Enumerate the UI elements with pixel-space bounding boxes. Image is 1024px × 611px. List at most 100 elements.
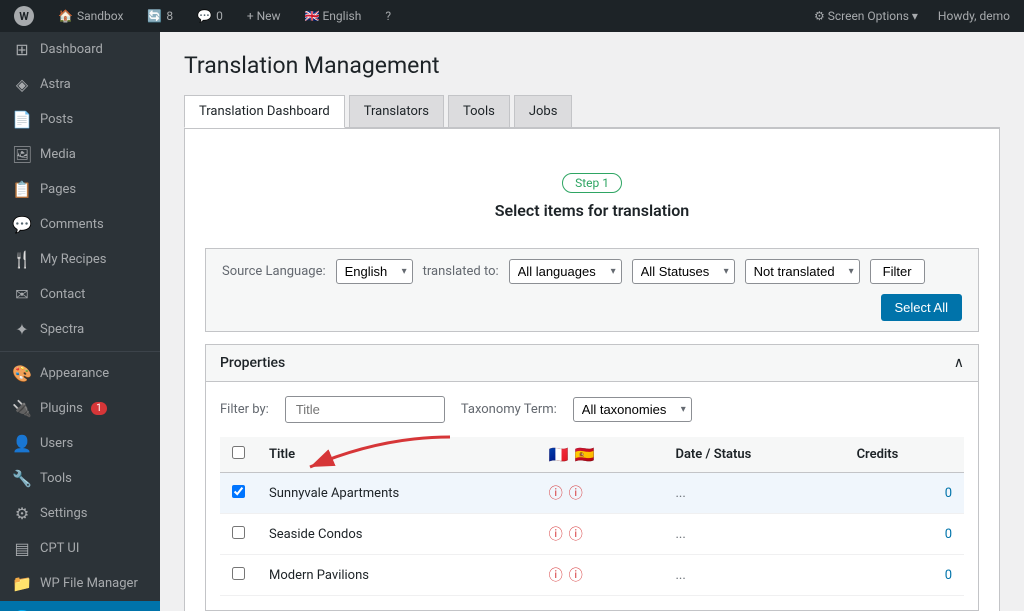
sidebar-item-contact[interactable]: ✉ Contact [0, 277, 160, 312]
sidebar-item-dashboard[interactable]: ⊞ Dashboard [0, 32, 160, 67]
not-translated-select[interactable]: Not translated [745, 259, 860, 284]
sidebar-item-my-recipes[interactable]: 🍴 My Recipes [0, 242, 160, 277]
sidebar-item-settings[interactable]: ⚙ Settings [0, 496, 160, 531]
astra-icon: ◈ [12, 75, 32, 94]
translated-to-wrapper: All languages [509, 259, 622, 284]
updates-menu[interactable]: 🔄 8 [141, 0, 179, 32]
sidebar-item-label: WP File Manager [40, 576, 138, 591]
main-layout: ⊞ Dashboard ◈ Astra 📄 Posts 🖼 Media 📋 Pa… [0, 32, 1024, 611]
comments-icon: 💬 [197, 9, 212, 23]
settings-icon: ⚙ [12, 504, 32, 523]
title-filter-input[interactable] [285, 396, 445, 423]
tab-translation-dashboard[interactable]: Translation Dashboard [184, 95, 345, 128]
row-date-status: ... [663, 514, 844, 555]
date-status-column-header: Date / Status [663, 437, 844, 473]
collapse-icon: ∧ [954, 355, 964, 371]
select-all-checkbox-cell [220, 437, 257, 473]
filter-row: Filter by: Taxonomy Term: All taxonomies [220, 396, 964, 423]
es-status-icon[interactable]: ⓘ [569, 483, 583, 503]
es-status-icon[interactable]: ⓘ [569, 524, 583, 544]
sidebar-item-wpml[interactable]: 🌐 WPML [0, 601, 160, 611]
properties-title: Properties [220, 355, 285, 371]
user-greeting: Howdy, demo [938, 9, 1010, 23]
fr-status-icon[interactable]: ⓘ [549, 524, 563, 544]
fr-status-icon[interactable]: ⓘ [549, 483, 563, 503]
wp-logo[interactable]: W [8, 0, 40, 32]
sidebar-item-media[interactable]: 🖼 Media [0, 137, 160, 172]
sidebar-item-comments[interactable]: 💬 Comments [0, 207, 160, 242]
home-icon: 🏠 [58, 9, 73, 23]
recipes-icon: 🍴 [12, 250, 32, 269]
language-selector[interactable]: 🇬🇧 English [299, 0, 368, 32]
row-flags: ⓘ ⓘ [537, 473, 664, 514]
title-column-header: Title [257, 437, 537, 473]
sidebar-item-appearance[interactable]: 🎨 Appearance [0, 356, 160, 391]
sidebar-item-label: Appearance [40, 366, 109, 381]
es-status-icon[interactable]: ⓘ [569, 565, 583, 585]
row-flags: ⓘ ⓘ [537, 514, 664, 555]
sidebar-item-tools[interactable]: 🔧 Tools [0, 461, 160, 496]
content-wrap: Translation Management Translation Dashb… [160, 32, 1024, 611]
spectra-icon: ✦ [12, 320, 32, 339]
flag-group-row: ⓘ ⓘ [549, 524, 652, 544]
row-checkbox[interactable] [232, 567, 245, 580]
sidebar-item-wp-file-manager[interactable]: 📁 WP File Manager [0, 566, 160, 601]
sidebar-item-label: CPT UI [40, 541, 79, 556]
translation-card: Step 1 Select items for translation Sour… [184, 128, 1000, 611]
sidebar-item-label: Comments [40, 217, 104, 232]
sidebar-item-pages[interactable]: 📋 Pages [0, 172, 160, 207]
dashboard-icon: ⊞ [12, 40, 32, 59]
tab-tools[interactable]: Tools [448, 95, 510, 127]
taxonomy-select[interactable]: All taxonomies [573, 397, 692, 422]
tab-translators[interactable]: Translators [349, 95, 444, 127]
row-checkbox[interactable] [232, 485, 245, 498]
fr-status-icon[interactable]: ⓘ [549, 565, 563, 585]
filter-button[interactable]: Filter [870, 259, 925, 284]
row-checkbox[interactable] [232, 526, 245, 539]
tools-icon: 🔧 [12, 469, 32, 488]
pages-icon: 📋 [12, 180, 32, 199]
table-row: Modern Pavilions ⓘ ⓘ .. [220, 555, 964, 596]
french-flag-header: 🇫🇷 [549, 445, 569, 464]
taxonomy-wrapper: All taxonomies [573, 397, 692, 422]
menu-separator [0, 351, 160, 352]
properties-header[interactable]: Properties ∧ [206, 345, 978, 382]
sidebar-item-cpt-ui[interactable]: ▤ CPT UI [0, 531, 160, 566]
translated-to-label: translated to: [423, 264, 499, 279]
flag-group-header: 🇫🇷 🇪🇸 [549, 445, 652, 464]
sidebar-item-label: Media [40, 147, 76, 162]
sidebar-item-users[interactable]: 👤 Users [0, 426, 160, 461]
comments-menu[interactable]: 💬 0 [191, 0, 229, 32]
sidebar-item-label: Tools [40, 471, 72, 486]
filter-bar: Source Language: English translated to: … [205, 248, 979, 332]
row-checkbox-cell [220, 555, 257, 596]
sidebar-item-astra[interactable]: ◈ Astra [0, 67, 160, 102]
help-button[interactable]: ? [379, 0, 397, 32]
new-content-menu[interactable]: + New [241, 0, 287, 32]
source-language-select[interactable]: English [336, 259, 413, 284]
tab-jobs[interactable]: Jobs [514, 95, 573, 127]
sidebar-item-label: My Recipes [40, 252, 107, 267]
row-credits: 0 [845, 473, 964, 514]
statuses-select[interactable]: All Statuses [632, 259, 735, 284]
howdy-menu[interactable]: Howdy, demo [932, 0, 1016, 32]
sidebar-item-label: Contact [40, 287, 85, 302]
table-header-row: Title 🇫🇷 🇪🇸 Date / Status [220, 437, 964, 473]
wp-icon: W [14, 6, 34, 26]
sandbox-menu[interactable]: 🏠 Sandbox [52, 0, 129, 32]
select-all-button[interactable]: Select All [881, 294, 962, 321]
select-all-checkbox[interactable] [232, 446, 245, 459]
screen-options-button[interactable]: ⚙ Screen Options ▾ [808, 0, 924, 32]
flags-column-header: 🇫🇷 🇪🇸 [537, 437, 664, 473]
step-section: Step 1 Select items for translation [205, 149, 979, 240]
row-credits: 0 [845, 514, 964, 555]
sidebar-item-label: Settings [40, 506, 87, 521]
sidebar-item-plugins[interactable]: 🔌 Plugins 1 [0, 391, 160, 426]
row-checkbox-cell [220, 514, 257, 555]
sidebar-item-posts[interactable]: 📄 Posts [0, 102, 160, 137]
translated-to-select[interactable]: All languages [509, 259, 622, 284]
row-title: Sunnyvale Apartments [257, 473, 537, 514]
source-language-label: Source Language: [222, 264, 326, 279]
row-title: Modern Pavilions [257, 555, 537, 596]
sidebar-item-spectra[interactable]: ✦ Spectra [0, 312, 160, 347]
